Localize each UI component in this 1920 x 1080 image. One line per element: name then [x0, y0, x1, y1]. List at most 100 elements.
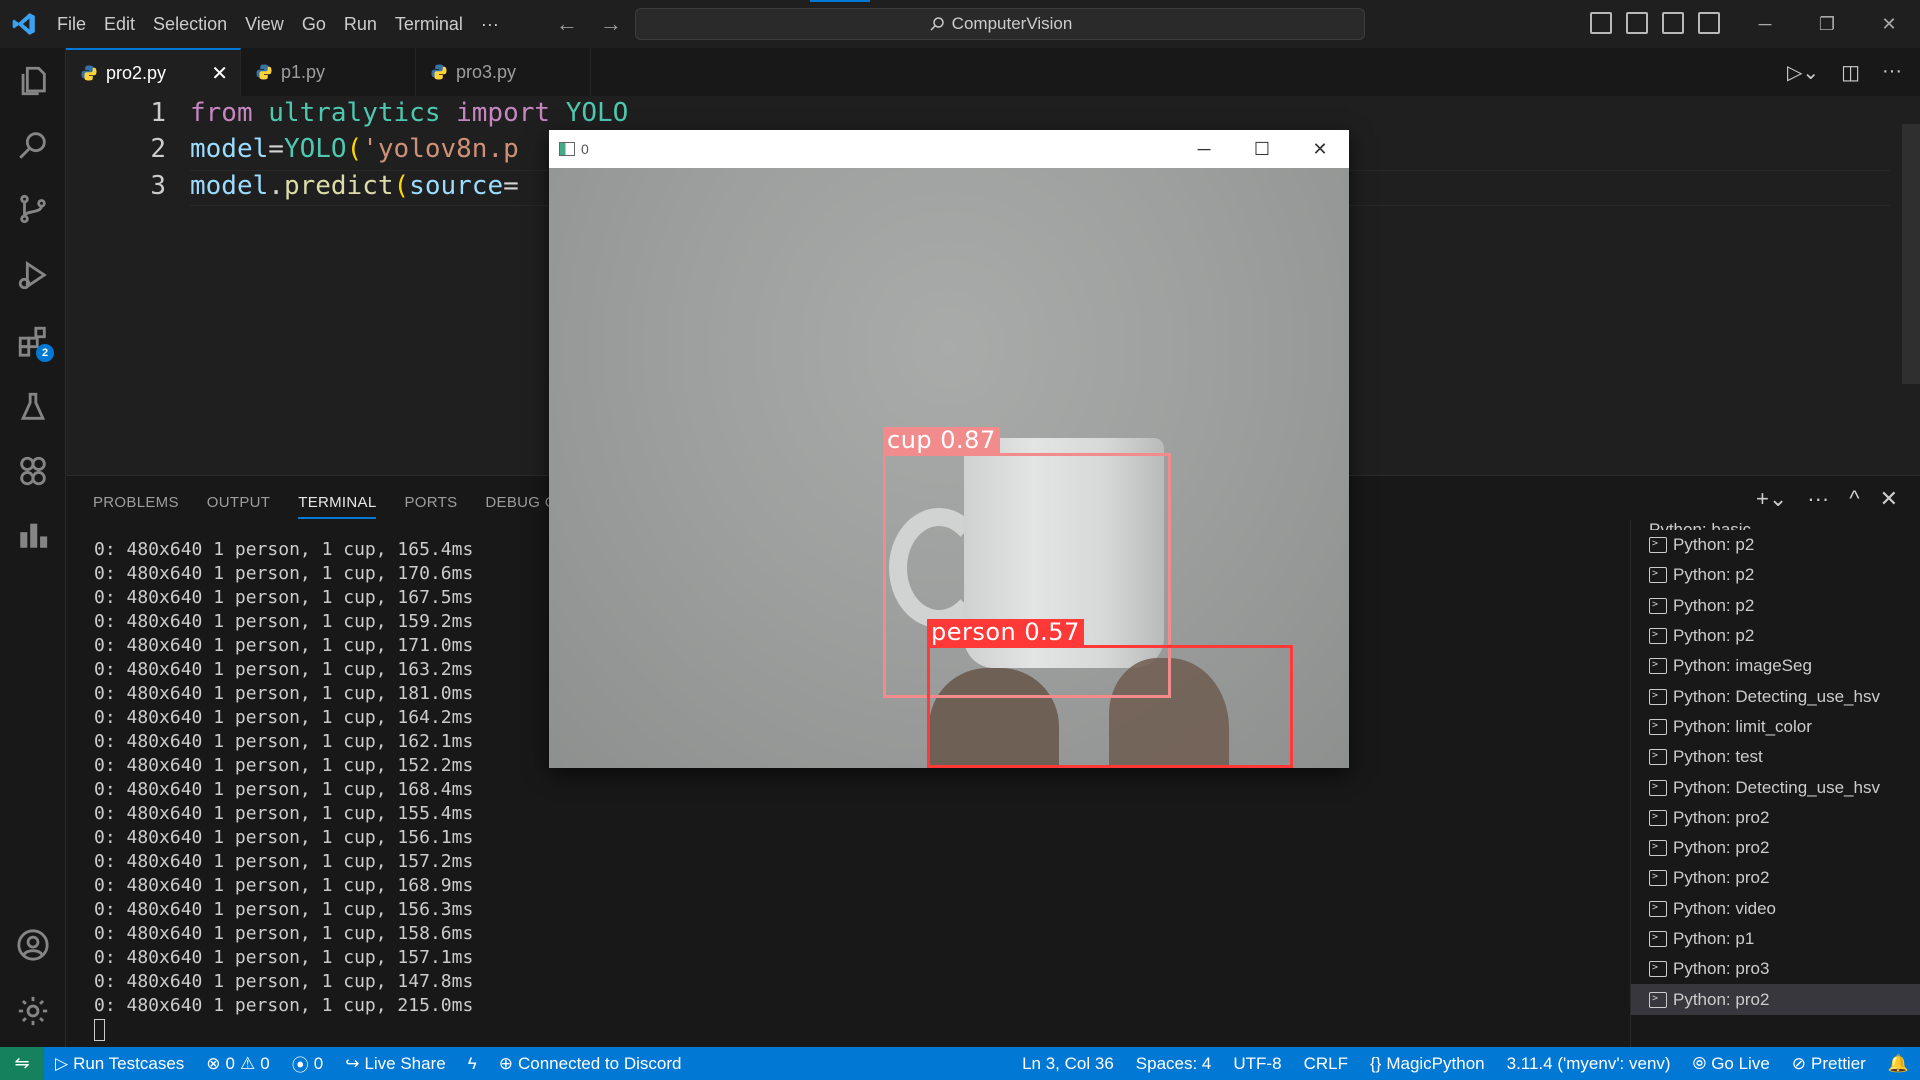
menu-bar: File Edit Selection View Go Run Terminal… [48, 0, 508, 48]
prettier-status[interactable]: ⊘ Prettier [1781, 1054, 1877, 1074]
live-share-button[interactable]: ↪ Live Share [334, 1054, 457, 1074]
terminal-list: Python: basic > Python: p2 > Python: p2 > Pyth… [1630, 520, 1920, 1047]
tab-ports[interactable]: PORTS [404, 494, 457, 519]
close-icon[interactable]: ✕ [1858, 0, 1920, 48]
terminal-line: 0: 480x640 1 person, 1 cup, 215.0ms [94, 995, 474, 1016]
terminal-list-item[interactable]: > Python: imageSeg [1631, 651, 1920, 681]
notifications-bell-icon[interactable]: 🔔 [1877, 1054, 1920, 1074]
menu-run[interactable]: Run [335, 0, 386, 48]
search-icon[interactable] [14, 126, 52, 164]
cup-detection-label: cup 0.87 [883, 427, 1000, 453]
menu-go[interactable]: Go [293, 0, 335, 48]
back-arrow-icon[interactable]: ← [556, 11, 578, 37]
split-editor-icon[interactable]: ◫ [1841, 60, 1860, 85]
terminal-list-label: Python: test [1673, 747, 1763, 767]
terminal-list-item[interactable]: Python: basic [1631, 520, 1920, 530]
terminal-list-item[interactable]: > Python: p2 [1631, 560, 1920, 590]
terminal-list-item[interactable]: > Python: Detecting_use_hsv [1631, 772, 1920, 802]
person-bounding-box [927, 645, 1293, 768]
more-actions-icon[interactable]: ··· [1882, 60, 1902, 85]
terminal-icon: > [1649, 900, 1667, 917]
terminal-list-item[interactable]: > Python: Detecting_use_hsv [1631, 681, 1920, 711]
camera-maximize-icon[interactable]: ☐ [1233, 130, 1291, 168]
tab-terminal[interactable]: TERMINAL [298, 494, 377, 519]
charts-icon[interactable] [14, 516, 52, 554]
menu-edit[interactable]: Edit [95, 0, 144, 48]
terminal-list-item[interactable]: > Python: p2 [1631, 621, 1920, 651]
restore-icon[interactable]: ❐ [1796, 0, 1858, 48]
terminal-list-item[interactable]: > Python: p2 [1631, 530, 1920, 560]
menu-view[interactable]: View [236, 0, 293, 48]
terminal-list-item[interactable]: > Python: pro2 [1631, 833, 1920, 863]
camera-close-icon[interactable]: ✕ [1291, 130, 1349, 168]
menu-more[interactable]: ··· [472, 0, 508, 48]
customize-layout-icon[interactable] [1698, 12, 1720, 34]
forward-arrow-icon[interactable]: → [600, 11, 622, 37]
menu-terminal[interactable]: Terminal [386, 0, 472, 48]
encoding[interactable]: UTF-8 [1222, 1054, 1292, 1074]
code-line-1: from ultralytics import YOLO [190, 98, 629, 128]
language-mode[interactable]: {} MagicPython [1359, 1054, 1496, 1074]
terminal-list-item[interactable]: > Python: pro2 [1631, 863, 1920, 893]
command-center-search[interactable]: ComputerVision [635, 8, 1365, 40]
terminal-output[interactable]: 0: 480x640 1 person, 1 cup, 165.4ms 0: 48… [94, 538, 473, 1042]
tab-p1[interactable]: p1.py [241, 48, 416, 96]
terminal-line: 0: 480x640 1 person, 1 cup, 155.4ms [94, 803, 474, 824]
python-interpreter[interactable]: 3.11.4 ('myenv': venv) [1496, 1054, 1682, 1074]
camera-window-titlebar[interactable]: 0 ─ ☐ ✕ [549, 130, 1349, 168]
terminal-list-item[interactable]: > Python: pro2 [1631, 803, 1920, 833]
indentation[interactable]: Spaces: 4 [1125, 1054, 1223, 1074]
menu-selection[interactable]: Selection [144, 0, 236, 48]
tab-label: pro3.py [456, 61, 517, 82]
cursor-position[interactable]: Ln 3, Col 36 [1011, 1054, 1125, 1074]
editor-tabs: pro2.py ✕ p1.py pro3.py ▷⌄ ◫ ··· [66, 48, 1920, 96]
terminal-list-item[interactable]: > Python: pro3 [1631, 954, 1920, 984]
terminal-list-item[interactable]: > Python: p1 [1631, 924, 1920, 954]
close-panel-icon[interactable]: ✕ [1880, 486, 1898, 512]
terminal-list-label: Python: limit_color [1673, 716, 1812, 736]
tab-pro3[interactable]: pro3.py [416, 48, 591, 96]
toggle-panel-icon[interactable] [1626, 12, 1648, 34]
testing-flask-icon[interactable] [14, 388, 52, 426]
terminal-list-item[interactable]: > Python: p2 [1631, 591, 1920, 621]
run-python-file-icon[interactable]: ▷⌄ [1787, 60, 1819, 85]
terminal-list-label: Python: pro3 [1673, 959, 1770, 979]
toggle-secondary-sidebar-icon[interactable] [1662, 12, 1684, 34]
menu-file[interactable]: File [48, 0, 95, 48]
python-icon [81, 65, 97, 81]
minimize-icon[interactable]: ─ [1734, 0, 1796, 48]
new-terminal-icon[interactable]: +⌄ [1756, 486, 1787, 512]
tab-output[interactable]: OUTPUT [207, 494, 270, 519]
panel-more-icon[interactable]: ··· [1807, 486, 1829, 512]
terminal-list-item[interactable]: > Python: pro2 [1631, 984, 1920, 1015]
run-testcases-button[interactable]: ▷ Run Testcases [44, 1054, 195, 1074]
camera-window-title: 0 [581, 141, 589, 157]
accounts-icon[interactable] [14, 926, 52, 964]
close-tab-icon[interactable]: ✕ [211, 61, 228, 86]
terminal-list-item[interactable]: > Python: limit_color [1631, 712, 1920, 742]
run-debug-icon[interactable] [14, 256, 52, 294]
settings-gear-icon[interactable] [14, 992, 52, 1030]
go-live-button[interactable]: ⦾ Go Live [1682, 1054, 1781, 1074]
lightning-icon[interactable]: ϟ [457, 1054, 488, 1074]
ports-indicator[interactable]: ⦿ 0 [281, 1051, 334, 1076]
remote-indicator-icon[interactable]: ⇋ [0, 1047, 44, 1080]
toggle-primary-sidebar-icon[interactable] [1590, 12, 1612, 34]
tab-problems[interactable]: PROBLEMS [93, 494, 179, 519]
maximize-panel-icon[interactable]: ^ [1849, 486, 1859, 512]
terminal-list-label: Python: pro2 [1673, 807, 1770, 827]
remote-explorer-icon[interactable] [14, 452, 52, 490]
terminal-list-item[interactable]: > Python: test [1631, 742, 1920, 772]
braces-icon: {} [1369, 1053, 1382, 1073]
discord-status[interactable]: ⊕ Connected to Discord [488, 1054, 693, 1074]
editor-scrollbar[interactable] [1902, 124, 1920, 384]
terminal-list-label: Python: p2 [1673, 626, 1755, 646]
problems-indicator[interactable]: ⊗ 0 ⚠ 0 [195, 1054, 280, 1074]
terminal-list-item[interactable]: > Python: video [1631, 894, 1920, 924]
extensions-icon[interactable]: 2 [14, 322, 54, 362]
source-control-icon[interactable] [14, 190, 52, 228]
camera-minimize-icon[interactable]: ─ [1175, 130, 1233, 168]
explorer-icon[interactable] [14, 62, 52, 100]
tab-pro2[interactable]: pro2.py ✕ [66, 48, 241, 96]
end-of-line[interactable]: CRLF [1293, 1054, 1359, 1074]
